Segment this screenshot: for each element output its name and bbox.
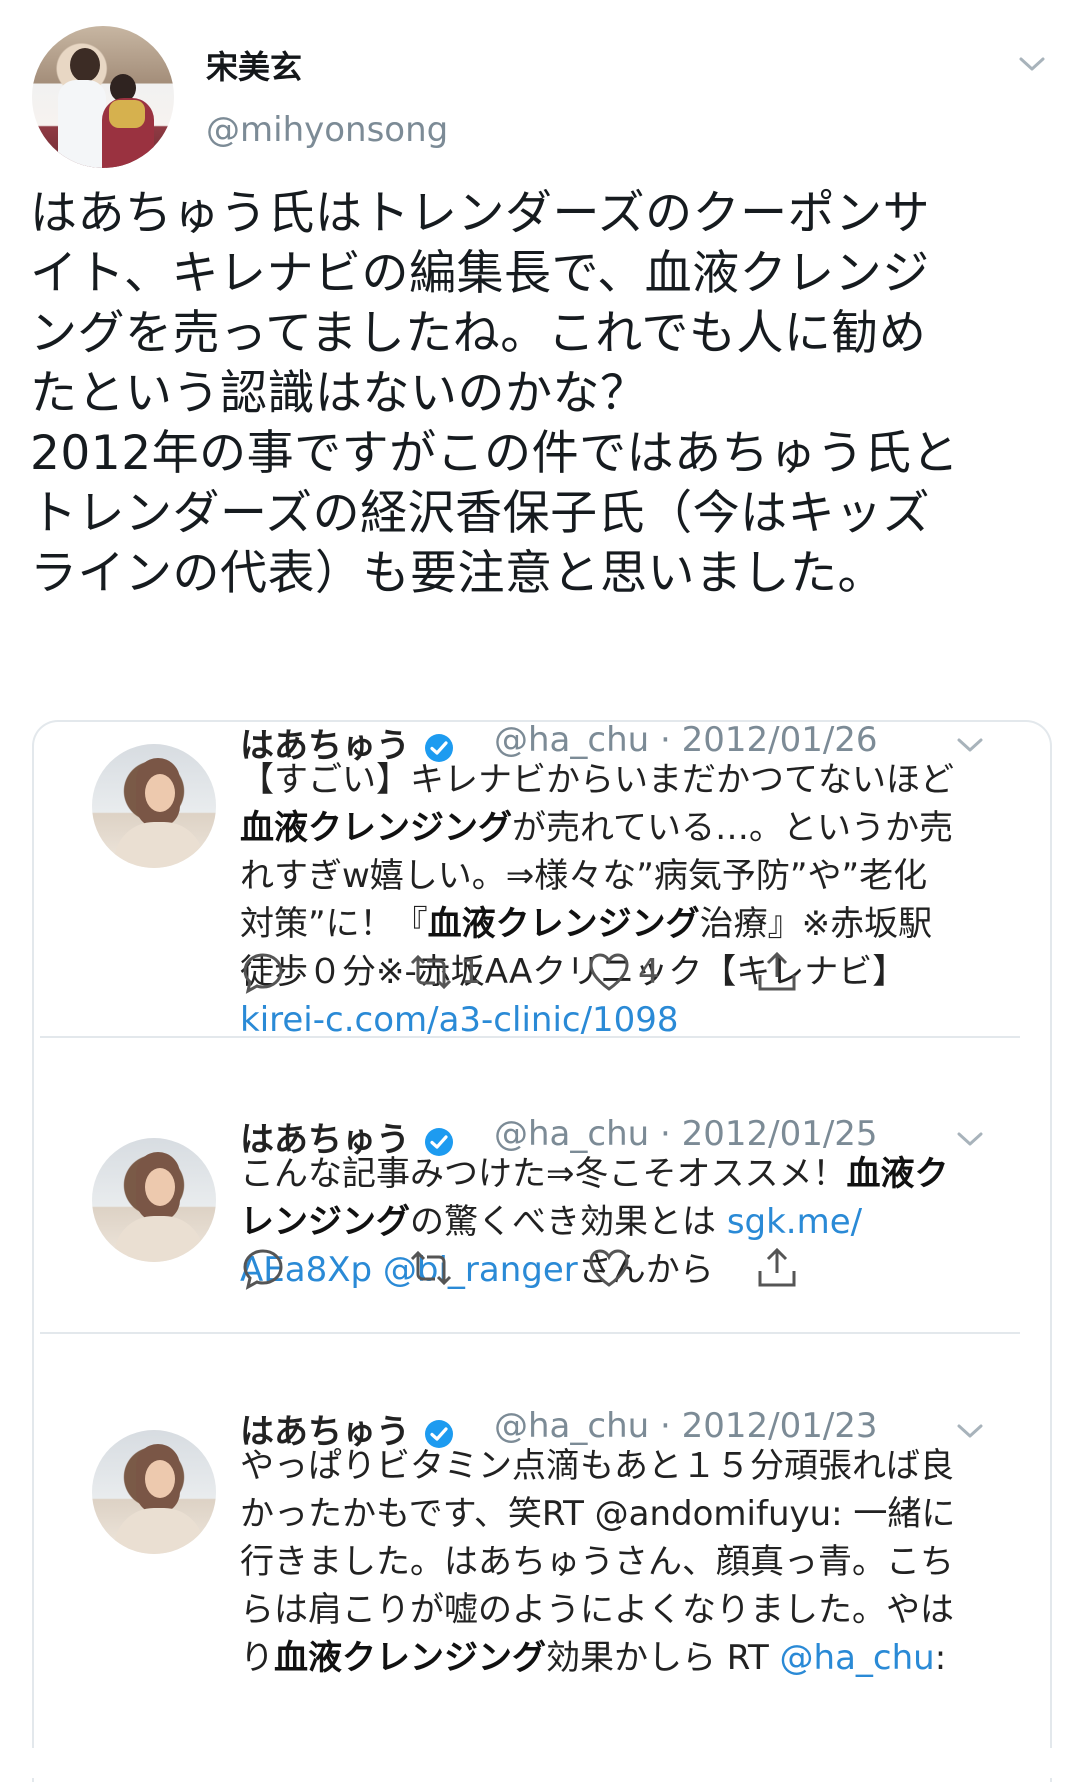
retweet-count: 1 xyxy=(460,952,482,992)
quoted-actions xyxy=(240,1244,860,1292)
body-text: 効果かしら RT xyxy=(546,1638,780,1678)
tweet-line: ラインの代表）も要注意と思いました。 xyxy=(30,546,885,601)
divider xyxy=(40,1036,1020,1038)
author-handle[interactable]: @mihyonsong xyxy=(206,110,448,150)
body-text: 対策”に！『 xyxy=(240,904,428,944)
share-icon xyxy=(758,951,796,991)
tweet-line: トレンダーズの経沢香保子氏（今はキッズ xyxy=(30,486,931,541)
link-text[interactable]: sgk.me/ xyxy=(727,1202,862,1242)
body-text: : xyxy=(934,1638,947,1678)
quoted-tweets-card[interactable]: はあちゅう @ha_chu · 2012/01/26 【すごい】キレナビからいま… xyxy=(32,720,1052,1782)
reply-button[interactable] xyxy=(240,1244,286,1292)
body-text: の驚くべき効果とは xyxy=(410,1202,727,1242)
bold-text: 血液クレンジング xyxy=(427,904,700,944)
quoted-body-line: やっぱりビタミン点滴もあと１５分頑張れば良 xyxy=(240,1442,970,1490)
author-avatar[interactable] xyxy=(32,26,174,168)
body-text: り xyxy=(240,1638,274,1678)
body-text: が売れている…。というか売 xyxy=(512,808,953,848)
retweet-button[interactable] xyxy=(408,1244,454,1292)
body-text: らは肩こりが嘘のようによくなりました。やは xyxy=(240,1590,954,1630)
reply-icon xyxy=(243,1249,283,1290)
divider xyxy=(40,1332,1020,1334)
author-display-name[interactable]: 宋美玄 xyxy=(206,42,302,88)
tweet-header: 宋美玄 @mihyonsong xyxy=(0,0,1080,190)
body-text: かったかもです、笑RT @andomifuyu: 一緒に xyxy=(240,1494,956,1534)
like-button[interactable] xyxy=(586,1244,632,1292)
quoted-actions: 1 4 xyxy=(240,948,860,996)
reply-button[interactable] xyxy=(240,948,286,996)
quoted-meta: @ha_chu · 2012/01/23 xyxy=(494,1406,878,1446)
chevron-down-icon[interactable] xyxy=(1018,54,1046,74)
like-count: 4 xyxy=(638,952,660,992)
quoted-body: やっぱりビタミン点滴もあと１５分頑張れば良 かったかもです、笑RT @andomi… xyxy=(240,1442,970,1682)
quoted-body: 【すごい】キレナビからいまだかつてないほど 血液クレンジングが売れている…。という… xyxy=(240,756,970,1044)
quoted-meta: @ha_chu · 2012/01/26 xyxy=(494,720,878,760)
chevron-down-icon[interactable] xyxy=(956,736,984,754)
share-icon xyxy=(758,1247,796,1287)
retweet-icon xyxy=(410,1250,452,1286)
quoted-meta: @ha_chu · 2012/01/25 xyxy=(494,1114,878,1154)
body-text: 【すごい】キレナビからいまだかつてないほど xyxy=(240,760,954,800)
body-text: こんな記事みつけた⇒冬こそオススメ！ xyxy=(240,1154,847,1194)
quoted-body-line: れすぎw嬉しい。⇒様々な”病気予防”や”老化 xyxy=(240,852,970,900)
bold-text: 血液クレンジング xyxy=(240,808,512,848)
link-text[interactable]: kirei-c.com/a3-clinic/1098 xyxy=(240,1000,679,1040)
quoted-body-line: 血液クレンジングが売れている…。というか売 xyxy=(240,804,970,852)
body-text: 治療』※赤坂駅 xyxy=(699,904,933,944)
quoted-body-line: 対策”に！『血液クレンジング治療』※赤坂駅 xyxy=(240,900,970,948)
quoted-body-line: レンジングの驚くべき効果とは sgk.me/ xyxy=(240,1198,970,1246)
body-text: やっぱりビタミン点滴もあと１５分頑張れば良 xyxy=(240,1446,954,1486)
tweet-line: ングを売ってましたね。これでも人に勧め xyxy=(30,306,927,361)
link-text[interactable]: @ha_chu xyxy=(780,1638,935,1678)
retweet-button[interactable]: 1 xyxy=(408,948,482,996)
tweet-line: イト、キレナビの編集長で、血液クレンジ xyxy=(30,246,930,301)
retweet-icon xyxy=(410,954,452,990)
heart-icon xyxy=(589,953,629,991)
quoted-avatar[interactable] xyxy=(92,744,216,868)
body-text: 行きました。はあちゅうさん、顔真っ青。こち xyxy=(240,1542,954,1582)
body-text: れすぎw嬉しい。⇒様々な”病気予防”や”老化 xyxy=(240,856,928,896)
tweet-line: 2012年の事ですがこの件ではあちゅう氏と xyxy=(30,426,960,481)
quoted-avatar[interactable] xyxy=(92,1430,216,1554)
share-button[interactable] xyxy=(754,948,800,996)
heart-icon xyxy=(589,1249,629,1287)
quoted-body-line: らは肩こりが嘘のようによくなりました。やは xyxy=(240,1586,970,1634)
page-bottom-edge xyxy=(0,1748,1080,1778)
tweet-text: はあちゅう氏はトレンダーズのクーポンサ イト、キレナビの編集長で、血液クレンジ … xyxy=(30,184,1050,604)
quoted-body-line: かったかもです、笑RT @andomifuyu: 一緒に xyxy=(240,1490,970,1538)
tweet-line: たという認識はないのかな？ xyxy=(30,366,648,421)
quoted-body-line: 【すごい】キレナビからいまだかつてないほど xyxy=(240,756,970,804)
share-button[interactable] xyxy=(754,1244,800,1292)
bold-text: 血液ク xyxy=(846,1154,949,1194)
bold-text: レンジング xyxy=(240,1202,410,1242)
bold-text: 血液クレンジング xyxy=(274,1638,546,1678)
quoted-avatar[interactable] xyxy=(92,1138,216,1262)
quoted-body-line: 行きました。はあちゅうさん、顔真っ青。こち xyxy=(240,1538,970,1586)
quoted-body-line: こんな記事みつけた⇒冬こそオススメ！血液ク xyxy=(240,1150,970,1198)
quoted-body-line: り血液クレンジング効果かしら RT @ha_chu: xyxy=(240,1634,970,1682)
chevron-down-icon[interactable] xyxy=(956,1422,984,1440)
tweet-line: はあちゅう氏はトレンダーズのクーポンサ xyxy=(30,186,931,241)
like-button[interactable]: 4 xyxy=(586,948,660,996)
reply-icon xyxy=(243,953,283,994)
chevron-down-icon[interactable] xyxy=(956,1130,984,1148)
